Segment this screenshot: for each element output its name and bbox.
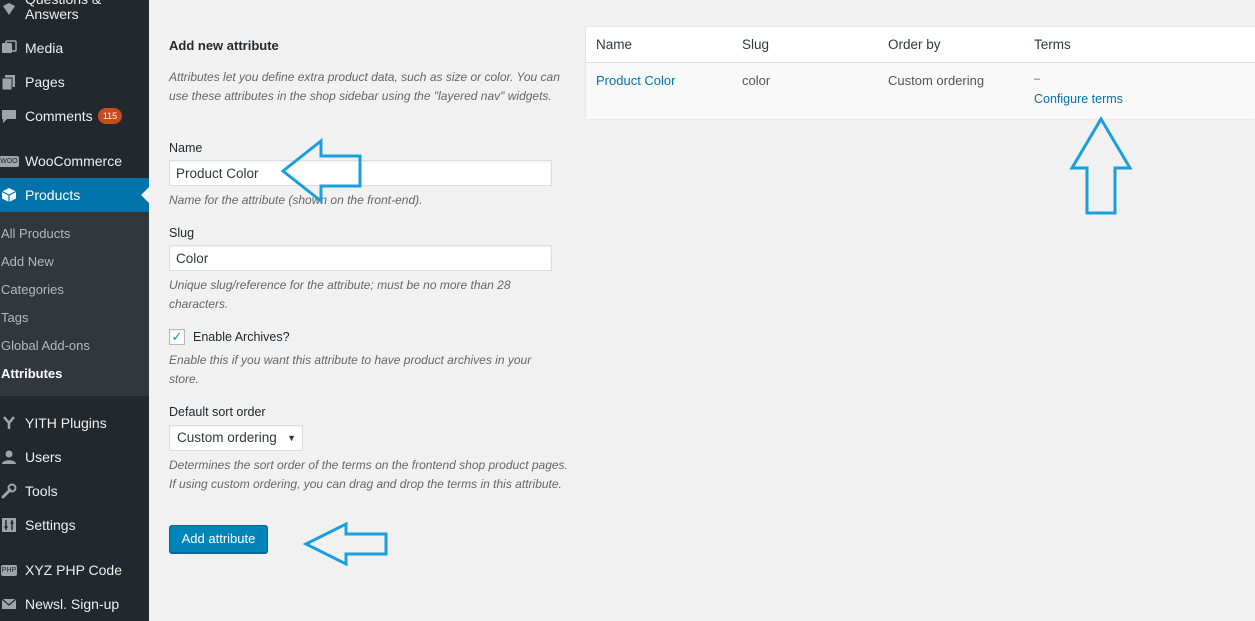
menu-yith-plugins[interactable]: YITH Plugins: [0, 406, 149, 440]
submenu-add-new[interactable]: Add New: [1, 254, 54, 269]
column-header-order-by[interactable]: Order by: [888, 37, 941, 52]
submenu-attributes[interactable]: Attributes: [1, 366, 62, 381]
menu-label: Settings: [25, 517, 76, 533]
archives-description: Enable this if you want this attribute t…: [169, 353, 532, 386]
slug-label: Slug: [169, 226, 195, 240]
wrench-icon: [0, 481, 18, 501]
attribute-slug: color: [742, 73, 771, 88]
submenu-tags[interactable]: Tags: [1, 310, 28, 325]
left-arrow-annotation-icon: [302, 521, 388, 567]
menu-users[interactable]: Users: [0, 440, 149, 474]
name-label: Name: [169, 141, 203, 155]
menu-label: Pages: [25, 74, 65, 90]
settings-icon: [0, 515, 18, 535]
attribute-terms: –: [1034, 73, 1041, 85]
menu-questions-answers[interactable]: Questions & Answers: [0, 0, 149, 26]
products-submenu: All Products Add New Categories Tags Glo…: [0, 212, 149, 396]
media-icon: [0, 38, 18, 58]
left-arrow-annotation-icon: [280, 137, 362, 205]
menu-label: YITH Plugins: [25, 415, 107, 431]
menu-label: XYZ PHP Code: [25, 562, 123, 578]
menu-label: Newsl. Sign-up: [25, 596, 120, 612]
comments-count-badge: 115: [98, 108, 122, 124]
attribute-order-by: Custom ordering: [888, 73, 985, 88]
configure-terms-link[interactable]: Configure terms: [1034, 92, 1123, 106]
menu-label: Users: [25, 449, 62, 465]
column-header-name[interactable]: Name: [596, 37, 632, 52]
form-heading: Add new attribute: [169, 38, 279, 53]
slug-description: Unique slug/reference for the attribute;…: [169, 278, 511, 311]
mail-icon: [0, 594, 18, 614]
menu-tools[interactable]: Tools: [0, 474, 149, 508]
menu-products[interactable]: Products: [0, 178, 149, 212]
menu-settings[interactable]: Settings: [0, 508, 149, 542]
menu-woocommerce[interactable]: WOO WooCommerce: [0, 144, 149, 178]
attribute-name-link[interactable]: Product Color: [596, 73, 675, 88]
form-intro: Attributes let you define extra product …: [169, 70, 560, 103]
sort-order-value: Custom ordering: [177, 430, 277, 445]
menu-comments[interactable]: Comments 115: [0, 99, 149, 133]
admin-sidebar: Questions & Answers Media Pages Comments…: [0, 0, 149, 621]
menu-label: WooCommerce: [25, 153, 122, 169]
column-header-terms: Terms: [1034, 37, 1071, 52]
up-arrow-annotation-icon: [1069, 116, 1133, 215]
enable-archives-label: Enable Archives?: [193, 330, 290, 344]
questions-icon: [0, 0, 18, 19]
menu-media[interactable]: Media: [0, 31, 149, 65]
menu-xyz-php-code[interactable]: PHP XYZ PHP Code: [0, 553, 149, 587]
attributes-table: Name Slug Order by Terms Product Color c…: [585, 26, 1255, 119]
menu-label: Comments: [25, 108, 93, 124]
pages-icon: [0, 72, 18, 92]
php-icon: PHP: [0, 564, 18, 576]
comments-icon: [0, 106, 18, 126]
slug-input[interactable]: [169, 245, 552, 271]
yith-icon: [0, 413, 18, 433]
woocommerce-icon: WOO: [0, 155, 19, 167]
menu-label: Tools: [25, 483, 58, 499]
table-row: [586, 63, 1255, 119]
submenu-all-products[interactable]: All Products: [1, 226, 70, 241]
products-icon: [0, 185, 18, 205]
menu-pages[interactable]: Pages: [0, 65, 149, 99]
submenu-categories[interactable]: Categories: [1, 282, 64, 297]
add-attribute-button[interactable]: Add attribute: [169, 525, 268, 553]
dropdown-caret-icon: ▼: [287, 433, 296, 443]
menu-label: Media: [25, 40, 64, 56]
sort-order-description: Determines the sort order of the terms o…: [169, 458, 568, 491]
sort-order-select[interactable]: Custom ordering ▼: [169, 425, 303, 451]
sort-order-label: Default sort order: [169, 405, 266, 419]
menu-label: Products: [25, 187, 81, 203]
column-header-slug[interactable]: Slug: [742, 37, 769, 52]
menu-newsletter-signup[interactable]: Newsl. Sign-up: [0, 587, 149, 621]
users-icon: [0, 447, 18, 467]
submenu-global-add-ons[interactable]: Global Add-ons: [1, 338, 90, 353]
menu-label: Questions & Answers: [25, 0, 101, 22]
enable-archives-checkbox[interactable]: ✓: [169, 329, 185, 345]
